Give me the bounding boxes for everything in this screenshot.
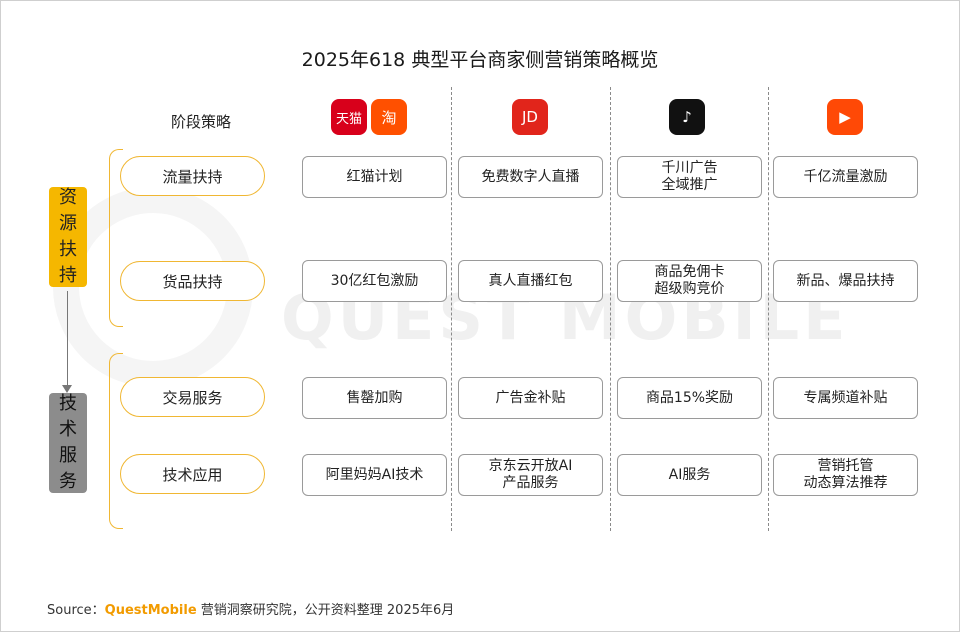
column-divider [768, 87, 769, 531]
cell-kuaishou-goods: 新品、爆品扶持 [773, 260, 918, 302]
cell-douyin-goods: 商品免佣卡 超级购竞价 [617, 260, 762, 302]
cell-tmall-tech: 阿里妈妈AI技术 [302, 454, 447, 496]
page-title: 2025年618 典型平台商家侧营销策略概览 [301, 49, 659, 71]
source-brand: QuestMobile [104, 603, 197, 618]
jd-icon: JD [512, 99, 548, 135]
group-bracket [109, 353, 123, 529]
cell-kuaishou-traffic: 千亿流量激励 [773, 156, 918, 198]
cell-kuaishou-tech: 营销托管 动态算法推荐 [773, 454, 918, 496]
strategy-traffic-support: 流量扶持 [120, 156, 265, 196]
cell-tmall-traffic: 红猫计划 [302, 156, 447, 198]
cell-douyin-trade: 商品15%奖励 [617, 377, 762, 419]
strategy-tech-application: 技术应用 [120, 454, 265, 494]
column-divider [451, 87, 452, 531]
cell-jd-goods: 真人直播红包 [458, 260, 603, 302]
column-divider [610, 87, 611, 531]
source-text: 营销洞察研究院，公开资料整理 2025年6月 [196, 603, 455, 618]
cell-jd-traffic: 免费数字人直播 [458, 156, 603, 198]
stage-strategy-header: 阶段策略 [170, 113, 231, 131]
diagram-canvas: QUEST MOBILE 2025年618 典型平台商家侧营销策略概览 阶段策略… [0, 0, 960, 632]
group-tech-service: 技术服务 [49, 393, 87, 493]
kuaishou-icon: ▶ [827, 99, 863, 135]
douyin-icon: ♪ [669, 99, 705, 135]
cell-tmall-trade: 售罄加购 [302, 377, 447, 419]
cell-tmall-goods: 30亿红包激励 [302, 260, 447, 302]
cell-douyin-tech: AI服务 [617, 454, 762, 496]
source-label: Source： [47, 603, 105, 618]
taobao-icon: 淘 [371, 99, 407, 135]
cell-jd-tech: 京东云开放AI 产品服务 [458, 454, 603, 496]
flow-arrow-line [67, 291, 68, 387]
tmall-icon: 天猫 [331, 99, 367, 135]
flow-arrow-head [62, 385, 72, 393]
cell-douyin-traffic: 千川广告 全域推广 [617, 156, 762, 198]
strategy-goods-support: 货品扶持 [120, 261, 265, 301]
cell-kuaishou-trade: 专属频道补贴 [773, 377, 918, 419]
group-resource-support: 资源扶持 [49, 187, 87, 287]
strategy-trade-service: 交易服务 [120, 377, 265, 417]
source-note: Source：QuestMobile 营销洞察研究院，公开资料整理 2025年6… [47, 599, 454, 618]
cell-jd-trade: 广告金补贴 [458, 377, 603, 419]
